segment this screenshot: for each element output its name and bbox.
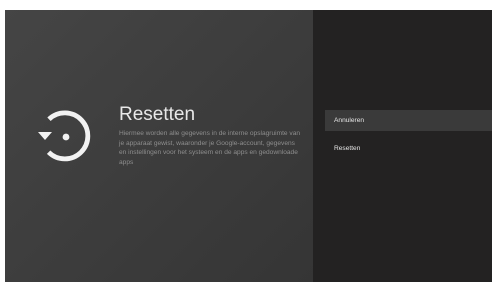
tv-settings-screen: Resetten Hiermee worden alle gegevens in…: [5, 10, 492, 282]
info-panel: Resetten Hiermee worden alle gegevens in…: [5, 10, 313, 282]
reset-icon: [38, 110, 91, 162]
reset-description: Hiermee worden alle gegevens in de inter…: [119, 130, 301, 166]
options-panel: Annuleren Resetten: [313, 10, 492, 282]
page-title: Resetten: [119, 104, 196, 125]
cancel-option[interactable]: Annuleren: [325, 110, 492, 131]
reset-option[interactable]: Resetten: [325, 138, 492, 159]
